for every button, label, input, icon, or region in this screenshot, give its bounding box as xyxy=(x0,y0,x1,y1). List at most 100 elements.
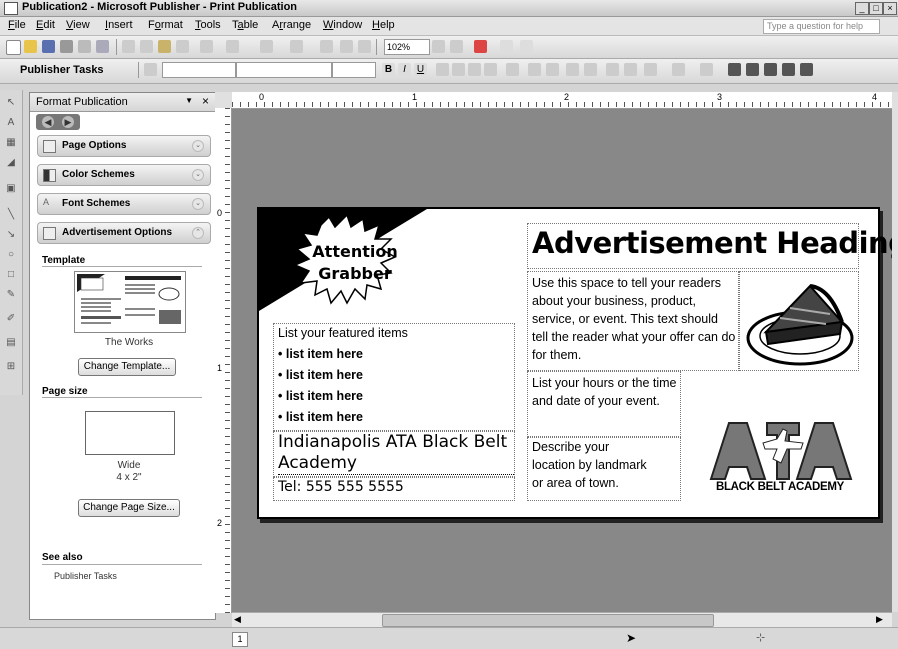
horizontal-scrollbar[interactable]: ◀ ▶ xyxy=(232,612,892,627)
cut-icon[interactable] xyxy=(122,40,135,53)
connect-text-boxes-icon[interactable] xyxy=(520,40,533,53)
vertical-scrollbar[interactable] xyxy=(892,92,898,612)
back-icon[interactable]: ◀ xyxy=(42,116,54,128)
publisher-tasks-link[interactable]: Publisher Tasks xyxy=(54,571,117,581)
shadow-style-icon[interactable] xyxy=(782,63,795,76)
underline-icon[interactable]: U xyxy=(414,63,427,76)
zoom-select[interactable]: 102% xyxy=(384,39,430,55)
print-preview-icon[interactable] xyxy=(78,40,91,53)
scrollbar-thumb[interactable] xyxy=(382,614,714,627)
body-text-box[interactable]: Use this space to tell your readers abou… xyxy=(527,271,739,371)
taskpane-close-icon[interactable]: × xyxy=(202,94,209,108)
send-to-back-icon[interactable] xyxy=(290,40,303,53)
close-button[interactable]: × xyxy=(883,2,897,15)
rectangle-tool-icon[interactable]: □ xyxy=(4,268,18,282)
table-tool-icon[interactable]: ▦ xyxy=(4,136,18,150)
hours-box[interactable]: List your hours or the time and date of … xyxy=(527,371,681,437)
center-icon[interactable] xyxy=(452,63,465,76)
menu-arrange[interactable]: Arrange xyxy=(272,19,311,31)
taskpane-menu-icon[interactable]: ▼ xyxy=(185,96,193,105)
maximize-button[interactable]: □ xyxy=(869,2,883,15)
page-options-section[interactable]: Page Options ⌄ xyxy=(37,135,211,157)
line-color-icon[interactable] xyxy=(672,63,685,76)
styles-icon[interactable] xyxy=(144,63,157,76)
open-icon[interactable] xyxy=(24,40,37,53)
logo-box[interactable]: BLACK BELT ACADEMY xyxy=(707,419,853,501)
undo-icon[interactable] xyxy=(200,40,213,53)
text-box-tool-icon[interactable]: A xyxy=(4,116,18,130)
decrease-font-icon[interactable] xyxy=(624,63,637,76)
oval-tool-icon[interactable]: ○ xyxy=(4,248,18,262)
bullets-icon[interactable] xyxy=(546,63,559,76)
italic-icon[interactable]: I xyxy=(398,63,411,76)
org-name-box[interactable]: Indianapolis ATA Black Belt Academy xyxy=(273,431,515,477)
scroll-left-icon[interactable]: ◀ xyxy=(234,614,246,625)
format-painter-icon[interactable] xyxy=(176,40,189,53)
font-size-select[interactable] xyxy=(332,62,376,78)
zoom-out-icon[interactable] xyxy=(432,40,445,53)
menu-tools[interactable]: Tools xyxy=(195,19,221,31)
color-schemes-section[interactable]: Color Schemes ⌄ xyxy=(37,164,211,186)
paste-icon[interactable] xyxy=(158,40,171,53)
bring-to-front-icon[interactable] xyxy=(260,40,273,53)
forward-icon[interactable]: ▶ xyxy=(62,116,74,128)
featured-list-box[interactable]: List your featured items • list item her… xyxy=(273,323,515,431)
attention-grabber-text[interactable]: Attention Grabber xyxy=(303,241,407,285)
line-style-icon[interactable] xyxy=(728,63,741,76)
menu-table[interactable]: Table xyxy=(232,19,258,31)
font-color-icon[interactable] xyxy=(700,63,713,76)
menu-file[interactable]: File xyxy=(8,19,26,31)
autoshapes-tool-icon[interactable]: ✎ xyxy=(4,288,18,302)
design-gallery-icon[interactable]: ▤ xyxy=(4,336,18,350)
advertisement-options-section[interactable]: Advertisement Options ⌃ xyxy=(37,222,211,244)
arrow-style-icon[interactable] xyxy=(764,63,777,76)
increase-indent-icon[interactable] xyxy=(584,63,597,76)
numbering-icon[interactable] xyxy=(528,63,541,76)
style-select[interactable] xyxy=(162,62,236,78)
location-box[interactable]: Describe your location by landmark or ar… xyxy=(527,437,681,501)
menu-insert[interactable]: Insert xyxy=(105,19,133,31)
decrease-indent-icon[interactable] xyxy=(566,63,579,76)
arrow-tool-icon[interactable]: ↘ xyxy=(4,228,18,242)
phone-box[interactable]: Tel: 555 555 5555 xyxy=(273,477,515,501)
fill-color-icon[interactable] xyxy=(644,63,657,76)
3d-style-icon[interactable] xyxy=(800,63,813,76)
picture-box[interactable] xyxy=(739,271,859,371)
change-page-size-button[interactable]: Change Page Size... xyxy=(78,499,180,517)
new-icon[interactable] xyxy=(6,40,21,55)
wordart-tool-icon[interactable]: ◢ xyxy=(4,156,18,170)
align-left-icon[interactable] xyxy=(436,63,449,76)
bold-icon[interactable]: B xyxy=(382,63,395,76)
page-size-preview[interactable] xyxy=(85,411,175,455)
select-tool-icon[interactable]: ↖ xyxy=(4,96,18,110)
menu-view[interactable]: View xyxy=(66,19,90,31)
align-right-icon[interactable] xyxy=(468,63,481,76)
horizontal-ruler[interactable]: 0 1 2 3 4 xyxy=(232,92,892,109)
publisher-app-icon[interactable] xyxy=(4,2,18,15)
picture-tool-icon[interactable]: ▣ xyxy=(4,182,18,196)
publication-page[interactable]: Attention Grabber Advertisement Heading … xyxy=(257,207,898,519)
menu-help[interactable]: Help xyxy=(372,19,395,31)
scroll-right-icon[interactable]: ▶ xyxy=(876,614,888,625)
help-icon[interactable] xyxy=(474,40,487,53)
justify-icon[interactable] xyxy=(484,63,497,76)
ask-question-input[interactable]: Type a question for help xyxy=(763,19,880,34)
vertical-ruler[interactable]: 0 1 2 xyxy=(215,108,232,613)
menu-edit[interactable]: Edit xyxy=(36,19,55,31)
page-navigator-button[interactable]: 1 xyxy=(232,632,248,647)
special-characters-icon[interactable] xyxy=(358,40,371,53)
dash-style-icon[interactable] xyxy=(746,63,759,76)
hot-spot-tool-icon[interactable]: ✐ xyxy=(4,312,18,326)
spelling-icon[interactable] xyxy=(96,40,109,53)
columns-icon[interactable] xyxy=(340,40,353,53)
save-icon[interactable] xyxy=(42,40,55,53)
web-tools-icon[interactable] xyxy=(500,40,513,53)
publisher-tasks-button[interactable]: Publisher Tasks xyxy=(20,64,104,76)
copy-icon[interactable] xyxy=(140,40,153,53)
heading-box[interactable]: Advertisement Heading xyxy=(527,223,898,269)
content-library-icon[interactable]: ⊞ xyxy=(4,360,18,374)
font-schemes-section[interactable]: A Font Schemes ⌄ xyxy=(37,193,211,215)
print-icon[interactable] xyxy=(60,40,73,53)
font-select[interactable] xyxy=(236,62,332,78)
template-thumbnail[interactable] xyxy=(74,271,186,333)
